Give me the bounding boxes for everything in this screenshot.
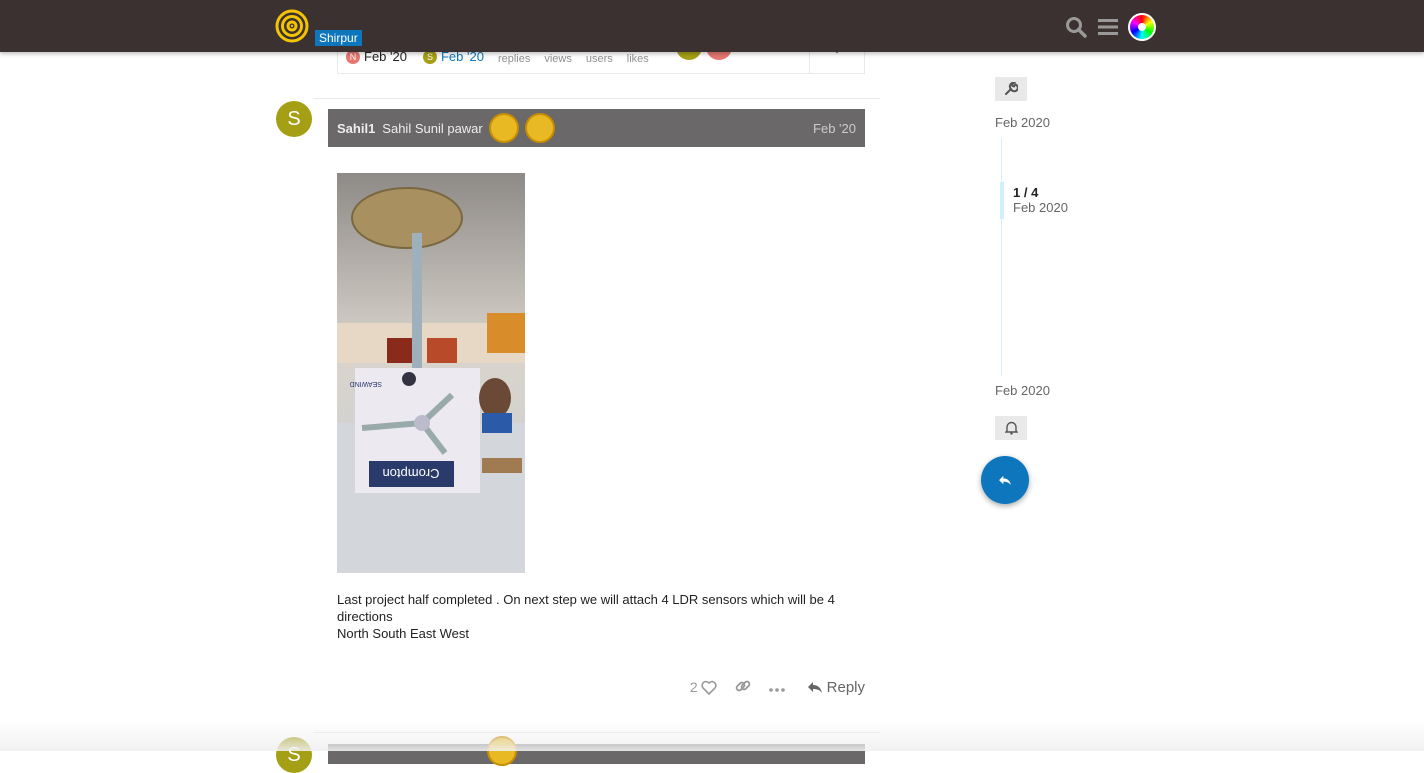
- post-header: Sahil1 Sahil Sunil pawar Feb '20: [328, 109, 865, 147]
- reply-icon: [999, 475, 1011, 485]
- like-count: 2: [689, 679, 698, 695]
- replies-label: replies: [497, 52, 531, 65]
- timeline-position-date: Feb 2020: [1013, 200, 1068, 215]
- post-image[interactable]: Crompton SEAWIND: [337, 173, 525, 573]
- post-date[interactable]: Feb '20: [813, 121, 856, 136]
- like-button[interactable]: 2: [690, 679, 717, 695]
- reply-button[interactable]: Reply: [807, 679, 865, 696]
- header-icons: [1064, 13, 1156, 41]
- hamburger-menu-icon[interactable]: [1096, 14, 1120, 40]
- heart-icon: [700, 680, 717, 695]
- reply-floating-button[interactable]: [981, 456, 1029, 504]
- post-actions: 2 Reply: [670, 676, 865, 698]
- wrench-icon: [1005, 82, 1018, 95]
- reply-label: Reply: [826, 678, 865, 696]
- reply-icon: [807, 681, 822, 693]
- timeline-position: 1 / 4 Feb 2020: [1013, 185, 1068, 215]
- post-avatar[interactable]: S: [276, 101, 312, 137]
- likes-label: likes: [626, 52, 649, 65]
- more-actions-button[interactable]: [768, 679, 785, 695]
- post-username[interactable]: Sahil1: [337, 121, 375, 136]
- ellipsis-icon: [768, 688, 785, 692]
- user-badge-icon[interactable]: [524, 113, 555, 143]
- timeline-scrollarea[interactable]: [1001, 138, 1002, 376]
- search-icon[interactable]: [1064, 14, 1088, 40]
- timeline-end-date[interactable]: Feb 2020: [995, 383, 1050, 398]
- image-brand-text: Crompton: [382, 466, 439, 481]
- post-divider: [313, 98, 880, 99]
- post-text-line: directions: [337, 609, 393, 624]
- bell-icon: [1004, 421, 1018, 435]
- post-text-line: North South East West: [337, 626, 469, 641]
- users-label: users: [585, 52, 613, 65]
- post-body: Last project half completed . On next st…: [337, 591, 857, 642]
- views-label: views: [544, 52, 572, 65]
- user-avatar[interactable]: [1128, 13, 1156, 41]
- timeline-handle[interactable]: [1000, 182, 1004, 219]
- site-header: Shirpur: [0, 0, 1424, 52]
- share-link-button[interactable]: [735, 678, 751, 697]
- post-text-line: Last project half completed . On next st…: [337, 592, 835, 607]
- post-fullname[interactable]: Sahil Sunil pawar: [382, 121, 482, 136]
- timeline-count: 1 / 4: [1013, 185, 1039, 200]
- category-badge[interactable]: Shirpur: [315, 30, 362, 46]
- site-logo[interactable]: [275, 9, 309, 43]
- user-badge-icon[interactable]: [488, 113, 519, 143]
- bottom-fade: [0, 720, 1424, 751]
- link-icon: [735, 680, 750, 691]
- timeline-start-date[interactable]: Feb 2020: [995, 115, 1050, 130]
- image-small-text: SEAWIND: [350, 380, 382, 387]
- admin-wrench-button[interactable]: [995, 77, 1027, 101]
- notifications-button[interactable]: [995, 416, 1027, 440]
